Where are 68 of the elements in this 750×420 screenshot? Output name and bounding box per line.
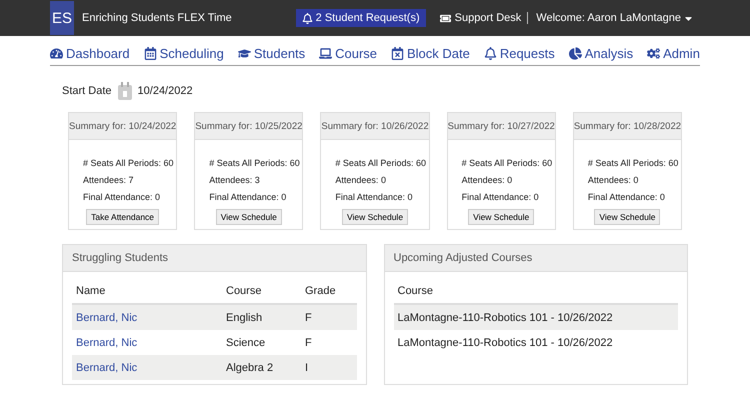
support-desk-link[interactable]: Support Desk [440,12,528,24]
bell-icon [302,12,313,24]
column-header: Grade [305,284,337,296]
nav-link[interactable]: Requests [484,46,555,61]
app-logo: ES [50,1,74,35]
panel-title: Struggling Students [63,245,366,272]
table-cell-text: English [226,312,264,324]
seats-count: # Seats All Periods: 60 [588,158,680,168]
summary-title: Summary for: 10/27/2022 [448,113,555,140]
final-attendance: Final Attendance: 0 [462,192,540,202]
column-header: Course [398,284,434,296]
attendees-count: Attendees: 0 [588,175,640,185]
table-cell-text: F [305,312,313,324]
summary-action-button[interactable]: View Schedule [594,209,660,225]
attendees-count: Attendees: 7 [83,175,135,185]
gears-icon [647,47,660,60]
final-attendance: Final Attendance: 0 [588,192,666,202]
seats-count: # Seats All Periods: 60 [83,158,175,168]
column-header: Name [76,284,106,296]
nav-link[interactable]: Course [319,46,378,61]
pie-chart-icon [568,47,582,60]
student-link[interactable]: Bernard, Nic [76,312,226,324]
summary-action-button[interactable]: Take Attendance [86,209,160,225]
attendees-count: Attendees: 0 [462,175,514,185]
table-cell-text: Algebra 2 [226,362,274,374]
nav-link[interactable]: Scheduling [144,46,224,61]
final-attendance: Final Attendance: 0 [83,192,162,202]
calendar-icon [144,47,157,60]
calendar-icon[interactable] [118,82,132,100]
nav-link[interactable]: Dashboard [50,46,130,61]
seats-count: # Seats All Periods: 60 [209,158,301,168]
calendar-x-icon [391,47,404,60]
nav-link[interactable]: Admin [647,46,700,61]
user-menu[interactable]: Welcome: Aaron LaMontagne [536,12,694,24]
final-attendance: Final Attendance: 0 [209,192,288,202]
laptop-icon [319,47,332,60]
summary-title: Summary for: 10/26/2022 [321,113,429,140]
table-cell-text: LaMontagne-110-Robotics 101 - 10/26/2022 [398,312,614,324]
summary-title: Summary for: 10/28/2022 [574,113,682,140]
dashboard-icon [50,47,63,60]
start-date-label: Start Date [62,85,112,97]
nav-link[interactable]: Analysis [568,46,634,61]
column-header: Course [226,284,262,296]
table-cell-text: LaMontagne-110-Robotics 101 - 10/26/2022 [398,336,614,348]
table-cell-text: I [305,362,310,374]
attendees-count: Attendees: 0 [335,175,387,185]
summary-title: Summary for: 10/24/2022 [69,113,176,140]
final-attendance: Final Attendance: 0 [335,192,414,202]
student-link[interactable]: Bernard, Nic [76,362,226,374]
panel-title: Upcoming Adjusted Courses [384,245,687,272]
student-requests-button[interactable]: 2 Student Request(s) [296,9,426,27]
table-cell-text: F [305,336,313,348]
table-cell-text: Science [226,336,266,348]
seats-count: # Seats All Periods: 60 [335,158,427,168]
summary-title: Summary for: 10/25/2022 [195,113,302,140]
summary-action-button[interactable]: View Schedule [468,209,534,225]
bell-icon [484,47,497,60]
app-title: Enriching Students FLEX Time [82,12,233,24]
ticket-icon [440,12,451,24]
seats-count: # Seats All Periods: 60 [462,158,554,168]
summary-action-button[interactable]: View Schedule [342,209,408,225]
attendees-count: Attendees: 3 [209,175,261,185]
student-link[interactable]: Bernard, Nic [76,336,226,348]
nav-link[interactable]: Students [238,46,306,61]
start-date-value: 10/24/2022 [138,85,193,97]
nav-link[interactable]: Block Date [391,46,470,61]
summary-action-button[interactable]: View Schedule [216,209,282,225]
graduation-cap-icon [238,47,251,60]
